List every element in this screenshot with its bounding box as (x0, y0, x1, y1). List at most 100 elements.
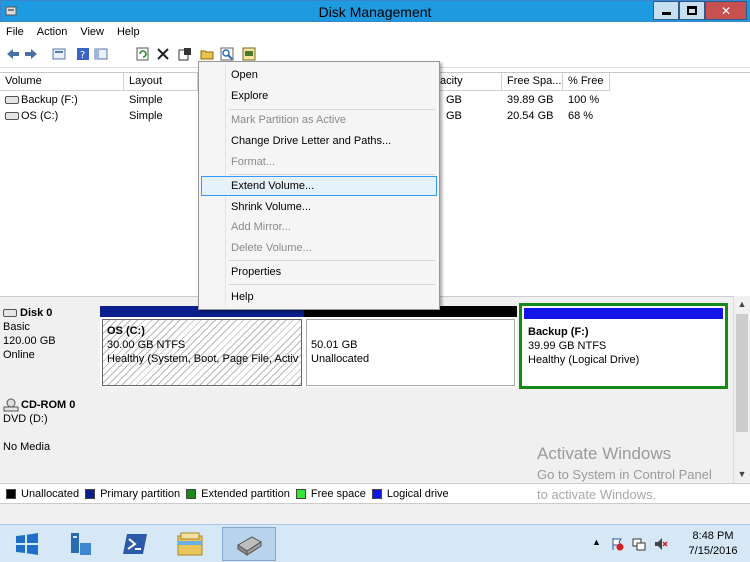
server-manager-button[interactable] (54, 527, 108, 561)
scroll-down-icon[interactable]: ▼ (734, 466, 750, 482)
legend: Unallocated Primary partition Extended p… (0, 483, 750, 503)
scroll-up-icon[interactable]: ▲ (734, 296, 750, 312)
cdrom-type: DVD (D:) (3, 413, 48, 425)
start-button[interactable] (0, 527, 54, 561)
volume-muted-icon[interactable] (654, 537, 668, 551)
disk-graphical-view: Disk 0 Basic 120.00 GB Online OS (C:) 30… (0, 300, 733, 483)
column-free-space[interactable]: Free Spa... (502, 73, 563, 91)
partition-status: Unallocated (311, 353, 370, 365)
legend-primary-partition: Primary partition (85, 488, 180, 500)
column-volume[interactable]: Volume (0, 73, 124, 91)
partition-os-c[interactable]: OS (C:) 30.00 GB NTFS Healthy (System, B… (100, 306, 304, 387)
drive-icon (5, 96, 19, 104)
legend-unallocated: Unallocated (6, 488, 79, 500)
volume-free-space: 20.54 GB (507, 110, 554, 122)
taskbar: ▲ 8:48 PM 7/15/2016 (0, 524, 750, 562)
minimize-button[interactable] (653, 1, 679, 20)
volume-context-menu: Open Explore Mark Partition as Active Ch… (198, 61, 440, 310)
cdrom-icon (3, 398, 19, 412)
menu-item-format: Format... (231, 156, 276, 168)
properties-icon[interactable] (178, 47, 192, 61)
file-explorer-button[interactable] (163, 527, 217, 561)
legend-swatch (186, 488, 197, 499)
menu-item-open[interactable]: Open (201, 65, 437, 85)
menu-view[interactable]: View (80, 26, 104, 38)
taskbar-clock[interactable]: 8:48 PM 7/15/2016 (680, 529, 746, 559)
menu-item-add-mirror: Add Mirror... (231, 221, 291, 233)
volume-percent-free: 68 % (568, 110, 594, 122)
open-icon[interactable] (200, 47, 214, 61)
disk-settings-icon[interactable] (242, 47, 256, 61)
show-hidden-icons-icon[interactable]: ▲ (592, 537, 606, 551)
partition-body: OS (C:) 30.00 GB NTFS Healthy (System, B… (102, 319, 302, 386)
back-icon[interactable] (6, 47, 20, 61)
help-icon[interactable]: ? (76, 47, 90, 61)
disk-name: Disk 0 (20, 307, 53, 319)
partition-status: Healthy (Logical Drive) (528, 354, 640, 366)
vertical-scrollbar[interactable]: ▲ ▼ (733, 296, 750, 483)
network-icon[interactable] (632, 537, 646, 551)
minimize-icon (661, 12, 671, 15)
column-percent-free[interactable]: % Free (563, 73, 610, 91)
cdrom-media: No Media (3, 441, 51, 453)
disk-size: 120.00 GB (3, 335, 56, 347)
powershell-button[interactable] (108, 527, 162, 561)
logical-drive-bar (524, 308, 723, 319)
menu-separator (229, 174, 435, 175)
legend-label: Unallocated (21, 487, 80, 500)
partition-size: 50.01 GB (311, 339, 358, 351)
cdrom-0-label[interactable]: CD-ROM 0 DVD (D:) No Media (3, 398, 98, 478)
menu-item-change-drive-letter[interactable]: Change Drive Letter and Paths... (201, 131, 437, 151)
menu-bar: File Action View Help (0, 22, 750, 42)
menu-item-extend-volume[interactable]: Extend Volume... (201, 176, 437, 196)
volume-capacity: GB (446, 94, 462, 106)
close-icon: ✕ (720, 3, 732, 18)
folder-icon (177, 532, 203, 556)
pane-icon[interactable] (94, 47, 108, 61)
disk-status: Online (3, 349, 35, 361)
close-button[interactable]: ✕ (705, 1, 747, 20)
status-bar (0, 503, 750, 524)
column-layout[interactable]: Layout (124, 73, 198, 91)
menu-help[interactable]: Help (117, 26, 140, 38)
legend-swatch (295, 488, 306, 499)
legend-logical-drive: Logical drive (371, 488, 449, 500)
maximize-button[interactable] (679, 1, 705, 20)
menu-action[interactable]: Action (37, 26, 68, 38)
disk-icon (3, 309, 17, 317)
legend-label: Free space (310, 487, 366, 500)
disk-type: Basic (3, 321, 30, 333)
list-view-icon[interactable] (52, 47, 66, 61)
volume-capacity: GB (446, 110, 462, 122)
volume-percent-free: 100 % (568, 94, 600, 106)
menu-separator (229, 284, 435, 285)
disk-0-label[interactable]: Disk 0 Basic 120.00 GB Online (3, 306, 98, 386)
scroll-thumb[interactable] (736, 314, 748, 432)
volume-layout: Simple (129, 110, 163, 122)
partition-unallocated[interactable]: 50.01 GB Unallocated (304, 306, 517, 387)
menu-item-properties[interactable]: Properties (201, 262, 437, 282)
menu-item-shrink-volume[interactable]: Shrink Volume... (201, 197, 437, 217)
refresh-icon[interactable] (136, 47, 150, 61)
activation-watermark-line: Go to System in Control Panel (537, 467, 712, 482)
column-capacity[interactable]: acity (436, 73, 502, 91)
legend-swatch (371, 488, 382, 499)
menu-item-explore[interactable]: Explore (201, 86, 437, 106)
activation-watermark-title: Activate Windows (537, 444, 672, 463)
cdrom-name: CD-ROM 0 (21, 399, 76, 411)
partition-backup-f[interactable]: Backup (F:) 39.99 GB NTFS Healthy (Logic… (519, 303, 728, 389)
server-manager-icon (71, 533, 91, 555)
menu-file[interactable]: File (6, 26, 24, 38)
menu-item-help[interactable]: Help (201, 287, 437, 307)
windows-logo-icon (16, 533, 38, 555)
forward-icon[interactable] (24, 47, 38, 61)
volume-layout: Simple (129, 94, 163, 106)
partition-size: 30.00 GB NTFS (107, 339, 186, 351)
partition-body: Backup (F:) 39.99 GB NTFS Healthy (Logic… (524, 321, 723, 384)
search-icon[interactable] (220, 47, 234, 61)
disk-management-taskbar-button[interactable] (222, 527, 276, 561)
action-center-flag-icon[interactable] (610, 537, 624, 551)
legend-label: Primary partition (100, 487, 181, 500)
clock-time: 8:48 PM (692, 530, 734, 542)
delete-icon[interactable] (156, 47, 170, 61)
